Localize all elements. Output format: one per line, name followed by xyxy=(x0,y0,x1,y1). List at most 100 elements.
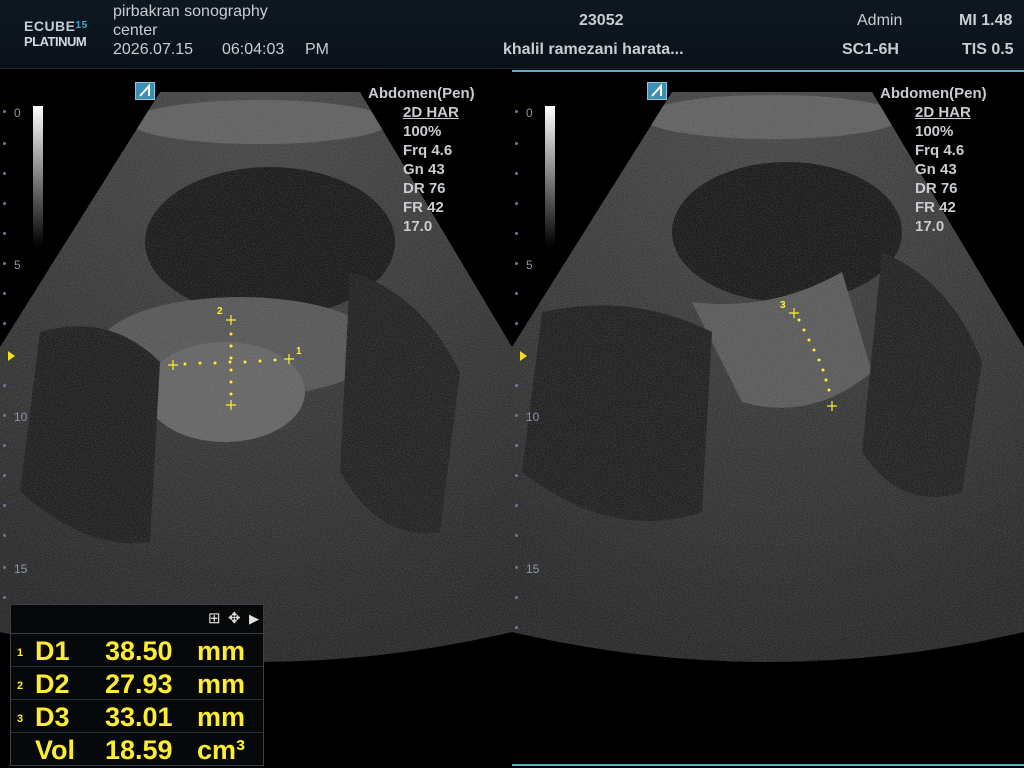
depth-tick xyxy=(515,596,518,599)
measurement-name: D1 xyxy=(35,636,70,666)
depth-tick xyxy=(515,110,518,113)
depth-tick xyxy=(3,262,6,265)
depth-tick xyxy=(515,414,518,417)
depth-tick xyxy=(3,534,6,537)
depth-value-label: 17.0 xyxy=(915,218,945,235)
measurement-row-d3[interactable]: 3 D3 33.01 mm xyxy=(11,700,263,733)
depth-label-10: 10 xyxy=(14,410,28,424)
depth-tick xyxy=(515,322,518,325)
depth-tick xyxy=(515,534,518,537)
depth-tick xyxy=(3,202,6,205)
frequency-label: Frq 4.6 xyxy=(915,142,965,159)
depth-tick xyxy=(515,384,518,387)
depth-tick xyxy=(515,142,518,145)
depth-tick xyxy=(3,142,6,145)
depth-label-15: 15 xyxy=(14,562,28,576)
depth-label-0: 0 xyxy=(526,106,533,120)
depth-tick xyxy=(3,384,6,387)
depth-tick xyxy=(3,292,6,295)
measurement-index: 1 xyxy=(17,647,24,659)
depth-label-5: 5 xyxy=(14,258,21,272)
institution-name-line2: center xyxy=(113,22,158,39)
depth-tick xyxy=(3,172,6,175)
exam-time: 06:04:03 xyxy=(222,41,285,58)
measurement-row-d1[interactable]: 1 D1 38.50 mm xyxy=(11,634,263,667)
patient-id: 23052 xyxy=(579,12,624,29)
depth-tick xyxy=(3,474,6,477)
right-image-pane[interactable]: 3 0 5 10 15 Abdomen(Pen) 2D HAR 100% Frq… xyxy=(512,72,1024,768)
caliper-label-2: 2 xyxy=(217,306,223,317)
orientation-icon xyxy=(647,82,667,100)
ecube-logo: ECUBE15 PLATINUM xyxy=(24,18,104,54)
measurement-row-volume[interactable]: Vol 18.59 cm³ xyxy=(11,733,263,765)
measurement-unit: mm xyxy=(197,636,246,666)
power-label: 100% xyxy=(403,123,442,140)
depth-tick xyxy=(3,414,6,417)
grayscale-bar xyxy=(33,106,43,246)
depth-tick xyxy=(515,262,518,265)
expand-icon[interactable]: ▶ xyxy=(249,611,259,627)
depth-tick xyxy=(3,322,6,325)
exam-date: 2026.07.15 xyxy=(113,41,194,58)
measurement-name: D2 xyxy=(35,669,70,699)
measurement-name: Vol xyxy=(35,735,75,765)
probe-name: SC1-6H xyxy=(842,41,899,58)
measurement-row-d2[interactable]: 2 D2 27.93 mm xyxy=(11,667,263,700)
power-label: 100% xyxy=(915,123,954,140)
caliper-label-1: 1 xyxy=(296,346,302,357)
imaging-params-left: Abdomen(Pen) 2D HAR 100% Frq 4.6 Gn 43 D… xyxy=(368,84,510,236)
measurement-results-panel[interactable]: ⊞ ✥ ▶ 1 D1 38.50 mm 2 D2 27.93 mm 3 D3 3… xyxy=(10,604,264,766)
operator-name: Admin xyxy=(857,12,903,29)
exam-ampm: PM xyxy=(305,41,329,58)
depth-tick xyxy=(3,596,6,599)
grid-icon[interactable]: ⊞ xyxy=(208,609,221,627)
measurement-unit: cm³ xyxy=(197,735,246,765)
mode-label: 2D HAR xyxy=(915,104,971,121)
gain-label: Gn 43 xyxy=(403,161,445,178)
depth-tick xyxy=(3,566,6,569)
preset-label: Abdomen(Pen) xyxy=(880,85,987,102)
mechanical-index: MI 1.48 xyxy=(959,12,1013,29)
mode-label: 2D HAR xyxy=(403,104,459,121)
depth-tick xyxy=(515,202,518,205)
depth-tick xyxy=(515,444,518,447)
depth-tick xyxy=(515,172,518,175)
measurement-value: 33.01 xyxy=(105,702,173,732)
move-icon[interactable]: ✥ xyxy=(228,609,241,627)
measurement-index: 3 xyxy=(17,713,24,725)
preset-label: Abdomen(Pen) xyxy=(368,85,475,102)
depth-tick xyxy=(3,444,6,447)
measurement-toolbar: ⊞ ✥ ▶ xyxy=(11,605,263,634)
thermal-index: TIS 0.5 xyxy=(962,41,1014,58)
header-bar: ECUBE15 PLATINUM pirbakran sonography ce… xyxy=(0,0,1024,69)
depth-label-15: 15 xyxy=(526,562,540,576)
depth-tick xyxy=(3,232,6,235)
grayscale-bar xyxy=(545,106,555,246)
frequency-label: Frq 4.6 xyxy=(403,142,453,159)
depth-tick xyxy=(515,626,518,629)
logo-brand: ECUBE xyxy=(24,18,76,34)
logo-edition: PLATINUM xyxy=(24,34,87,49)
dynamic-range-label: DR 76 xyxy=(915,180,958,197)
orientation-icon xyxy=(135,82,155,100)
depth-tick xyxy=(515,232,518,235)
measurement-name: D3 xyxy=(35,702,70,732)
measurement-index: 2 xyxy=(17,680,24,692)
institution-name: pirbakran sonography xyxy=(113,3,268,20)
focus-marker[interactable] xyxy=(8,351,15,361)
measurement-unit: mm xyxy=(197,702,246,732)
focus-marker[interactable] xyxy=(520,351,527,361)
depth-label-5: 5 xyxy=(526,258,533,272)
depth-tick xyxy=(515,566,518,569)
frame-rate-label: FR 42 xyxy=(403,199,444,216)
logo-number: 15 xyxy=(75,20,88,31)
depth-value-label: 17.0 xyxy=(403,218,433,235)
depth-tick xyxy=(3,504,6,507)
imaging-params-right: Abdomen(Pen) 2D HAR 100% Frq 4.6 Gn 43 D… xyxy=(880,84,1022,236)
depth-tick xyxy=(515,504,518,507)
gain-label: Gn 43 xyxy=(915,161,957,178)
measurement-unit: mm xyxy=(197,669,246,699)
frame-rate-label: FR 42 xyxy=(915,199,956,216)
measurement-value: 38.50 xyxy=(105,636,173,666)
patient-name: khalil ramezani harata... xyxy=(503,41,684,58)
